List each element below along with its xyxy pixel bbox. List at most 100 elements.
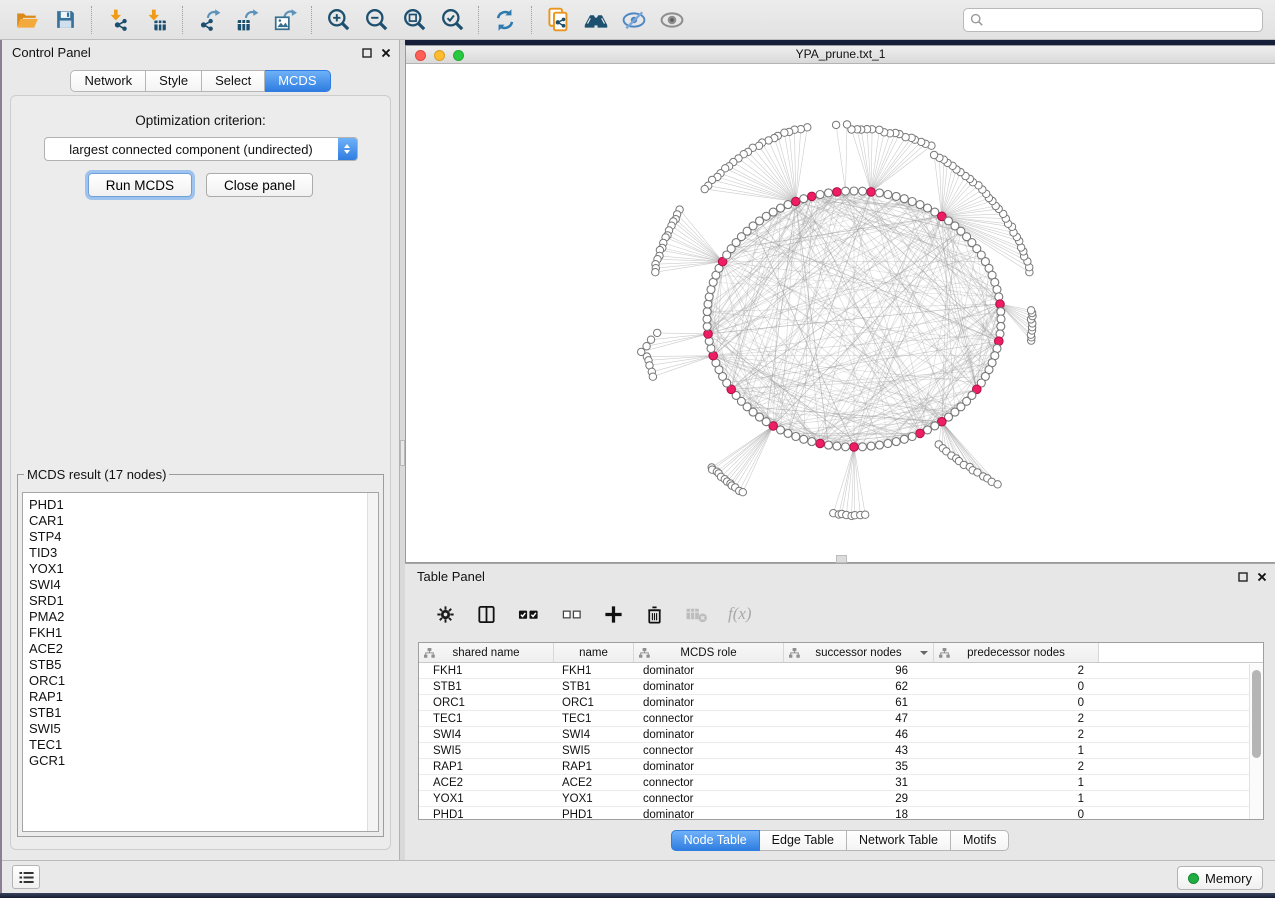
cell-shared-name[interactable]: SWI5 [419,745,554,757]
table-tab-network-table[interactable]: Network Table [847,830,951,851]
zoom-out-button[interactable] [357,3,395,37]
network-canvas[interactable] [406,64,1274,563]
table-tab-node-table[interactable]: Node Table [671,830,760,851]
cell-shared-name[interactable]: RAP1 [419,761,554,773]
table-row-ORC1[interactable]: ORC1ORC1dominator610 [419,695,1263,711]
table-options-icon[interactable] [435,604,456,625]
result-node-item[interactable]: GCR1 [29,753,378,769]
table-row-STB1[interactable]: STB1STB1dominator620 [419,679,1263,695]
table-tab-motifs[interactable]: Motifs [951,830,1009,851]
select-all-rows-icon[interactable] [517,604,541,625]
cell-predecessor-nodes[interactable]: 1 [934,745,1099,757]
network-window-titlebar[interactable]: YPA_prune.txt_1 [406,46,1275,64]
result-node-item[interactable]: PHD1 [29,497,378,513]
cell-name[interactable]: RAP1 [554,761,634,773]
result-node-item[interactable]: ORC1 [29,673,378,689]
result-node-item[interactable]: RAP1 [29,689,378,705]
cell-name[interactable]: YOX1 [554,793,634,805]
cell-successor-nodes[interactable]: 29 [784,793,934,805]
table-row-TEC1[interactable]: TEC1TEC1connector472 [419,711,1263,727]
deselect-all-rows-icon[interactable] [561,604,583,625]
cell-name[interactable]: SWI5 [554,745,634,757]
table-tab-edge-table[interactable]: Edge Table [760,830,847,851]
table-row-ACE2[interactable]: ACE2ACE2connector311 [419,775,1263,791]
table-row-YOX1[interactable]: YOX1YOX1connector291 [419,791,1263,807]
mcds-result-list[interactable]: PHD1CAR1STP4TID3YOX1SWI4SRD1PMA2FKH1ACE2… [22,492,379,832]
cell-successor-nodes[interactable]: 96 [784,665,934,677]
result-node-item[interactable]: ACE2 [29,641,378,657]
window-close-button[interactable] [415,50,426,61]
result-node-item[interactable]: SWI5 [29,721,378,737]
result-node-item[interactable]: YOX1 [29,561,378,577]
search-input[interactable] [984,11,1256,29]
cell-mcds-role[interactable]: dominator [634,729,784,741]
zoom-fit-button[interactable] [395,3,433,37]
result-list-scrollbar[interactable] [367,493,378,831]
table-row-SWI4[interactable]: SWI4SWI4dominator462 [419,727,1263,743]
cell-predecessor-nodes[interactable]: 2 [934,713,1099,725]
cell-successor-nodes[interactable]: 47 [784,713,934,725]
tab-style[interactable]: Style [146,70,202,92]
cell-successor-nodes[interactable]: 43 [784,745,934,757]
cell-name[interactable]: FKH1 [554,665,634,677]
column-header-name[interactable]: name [554,643,634,662]
float-panel-icon[interactable] [1238,572,1248,582]
cell-mcds-role[interactable]: dominator [634,665,784,677]
result-node-item[interactable]: FKH1 [29,625,378,641]
add-column-icon[interactable] [603,604,624,625]
cell-shared-name[interactable]: TEC1 [419,713,554,725]
cell-mcds-role[interactable]: connector [634,793,784,805]
float-panel-icon[interactable] [362,48,372,58]
cell-predecessor-nodes[interactable]: 2 [934,729,1099,741]
cell-mcds-role[interactable]: connector [634,777,784,789]
export-table-button[interactable] [228,3,266,37]
show-panels-button[interactable] [12,865,40,889]
cell-predecessor-nodes[interactable]: 2 [934,761,1099,773]
column-header-mcds-role[interactable]: MCDS role [634,643,784,662]
delete-table-icon[interactable] [685,605,708,624]
zoom-selected-button[interactable] [433,3,471,37]
column-header-predecessor-nodes[interactable]: predecessor nodes [934,643,1099,662]
import-network-button[interactable] [99,3,137,37]
cell-successor-nodes[interactable]: 61 [784,697,934,709]
result-node-item[interactable]: PMA2 [29,609,378,625]
cell-name[interactable]: PHD1 [554,809,634,821]
show-all-button[interactable] [653,3,691,37]
cell-shared-name[interactable]: STB1 [419,681,554,693]
column-header-successor-nodes[interactable]: successor nodes [784,643,934,662]
cell-predecessor-nodes[interactable]: 1 [934,777,1099,789]
hide-selected-button[interactable] [615,3,653,37]
cell-mcds-role[interactable]: connector [634,713,784,725]
cell-successor-nodes[interactable]: 62 [784,681,934,693]
table-row-RAP1[interactable]: RAP1RAP1dominator352 [419,759,1263,775]
cell-shared-name[interactable]: PHD1 [419,809,554,821]
window-zoom-button[interactable] [453,50,464,61]
close-panel-icon[interactable] [1257,572,1267,582]
tab-network[interactable]: Network [70,70,146,92]
cell-mcds-role[interactable]: dominator [634,761,784,773]
criterion-dropdown[interactable]: largest connected component (undirected) [44,137,358,161]
result-node-item[interactable]: STP4 [29,529,378,545]
cell-predecessor-nodes[interactable]: 0 [934,697,1099,709]
search-network-button[interactable] [577,3,615,37]
cell-predecessor-nodes[interactable]: 2 [934,665,1099,677]
tab-mcds[interactable]: MCDS [265,70,330,92]
cell-name[interactable]: TEC1 [554,713,634,725]
table-scrollbar[interactable] [1249,664,1263,819]
run-mcds-button[interactable]: Run MCDS [88,173,192,197]
result-node-item[interactable]: STB5 [29,657,378,673]
cell-mcds-role[interactable]: dominator [634,697,784,709]
result-node-item[interactable]: TEC1 [29,737,378,753]
cell-mcds-role[interactable]: dominator [634,809,784,821]
column-visibility-icon[interactable] [476,604,497,625]
apply-function-icon[interactable]: f(x) [728,604,752,624]
cell-successor-nodes[interactable]: 18 [784,809,934,821]
column-header-shared-name[interactable]: shared name [419,643,554,662]
refresh-button[interactable] [486,3,524,37]
cell-name[interactable]: ORC1 [554,697,634,709]
tab-select[interactable]: Select [202,70,265,92]
cell-successor-nodes[interactable]: 35 [784,761,934,773]
cell-shared-name[interactable]: FKH1 [419,665,554,677]
delete-columns-icon[interactable] [644,604,665,625]
cell-mcds-role[interactable]: dominator [634,681,784,693]
